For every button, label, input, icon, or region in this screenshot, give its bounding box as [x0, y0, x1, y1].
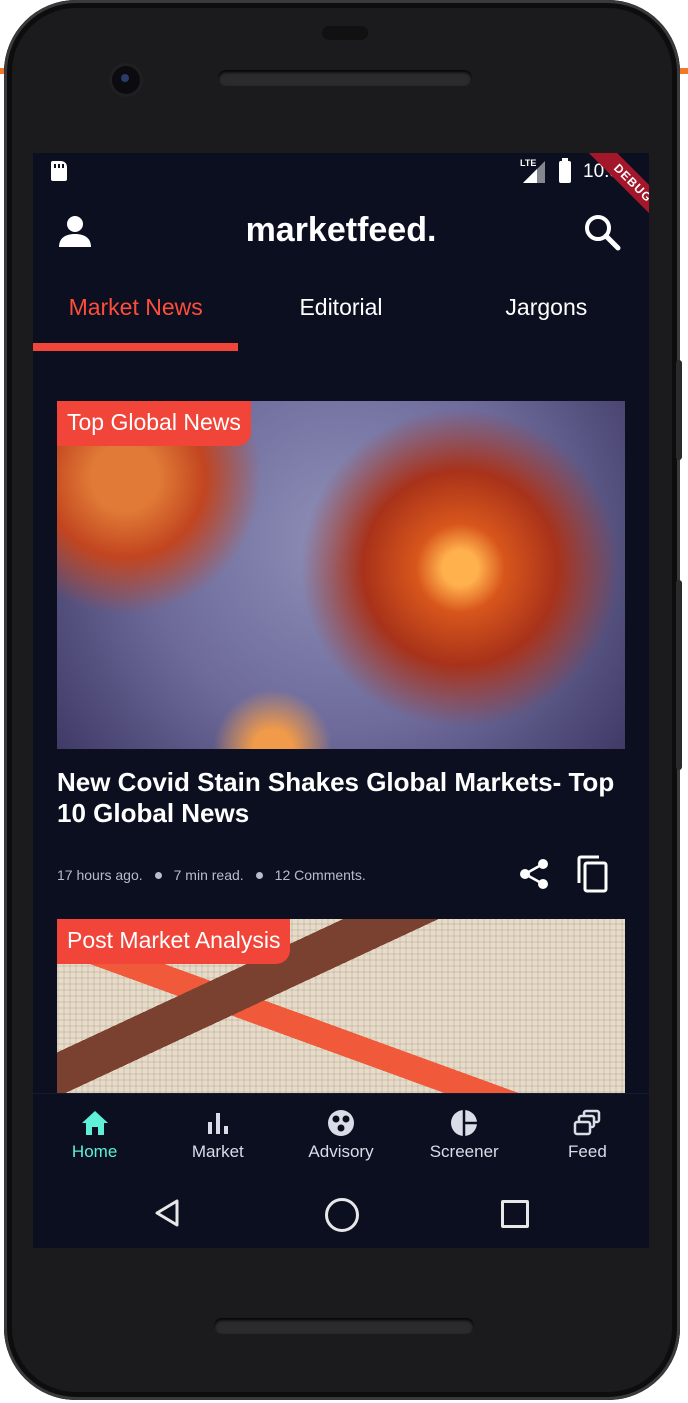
- article-image[interactable]: Top Global News: [57, 401, 625, 749]
- status-bar: LTE 10:51 DEBUG: [33, 153, 649, 247]
- top-sensor: [322, 26, 368, 40]
- sd-card-icon: [51, 161, 67, 181]
- news-card[interactable]: Post Market Analysis: [57, 919, 625, 1099]
- power-button: [676, 580, 682, 770]
- nav-label: Screener: [429, 1142, 499, 1161]
- article-image[interactable]: Post Market Analysis: [57, 919, 625, 1099]
- bottom-speaker: [214, 1318, 474, 1334]
- volume-button: [676, 360, 682, 460]
- tab-indicator: [33, 343, 238, 351]
- nav-market[interactable]: Market: [156, 1094, 279, 1178]
- home-button-icon[interactable]: [325, 1198, 359, 1232]
- app-bar: marketfeed.: [33, 191, 649, 273]
- pie-chart-icon: [451, 1110, 478, 1136]
- nav-label: Market: [191, 1142, 244, 1161]
- copy-icon[interactable]: [575, 855, 609, 893]
- article-comments[interactable]: 12 Comments.: [275, 867, 366, 883]
- nav-label: Advisory: [308, 1142, 374, 1161]
- search-icon[interactable]: [583, 213, 621, 251]
- recent-apps-icon[interactable]: [501, 1200, 529, 1228]
- nav-feed[interactable]: Feed: [526, 1094, 649, 1178]
- back-icon[interactable]: [153, 1198, 183, 1228]
- nav-label: Feed: [568, 1142, 607, 1161]
- app-screen: LTE 10:51 DEBUG marketfeed. Market News …: [33, 153, 649, 1248]
- article-meta: 17 hours ago. 7 min read. 12 Comments.: [57, 849, 625, 919]
- tab-bar: Market News Editorial Jargons: [33, 273, 649, 351]
- feed-icon: [574, 1109, 601, 1136]
- earpiece-speaker: [218, 70, 472, 86]
- news-card[interactable]: Top Global News New Covid Stain Shakes G…: [57, 401, 625, 919]
- nav-screener[interactable]: Screener: [403, 1094, 526, 1178]
- nav-home[interactable]: Home: [33, 1094, 156, 1178]
- article-tag: Post Market Analysis: [57, 919, 291, 964]
- article-time: 17 hours ago.: [57, 867, 143, 883]
- system-navigation: [33, 1178, 649, 1248]
- article-read-time: 7 min read.: [173, 867, 244, 883]
- tab-editorial[interactable]: Editorial: [238, 273, 443, 351]
- separator-dot: [154, 871, 162, 879]
- front-camera: [112, 66, 140, 94]
- nav-label: Home: [71, 1142, 118, 1161]
- separator-dot: [255, 871, 263, 879]
- brand-title: marketfeed.: [245, 211, 437, 249]
- battery-icon: [559, 158, 571, 183]
- tab-market-news[interactable]: Market News: [33, 273, 238, 351]
- article-title[interactable]: New Covid Stain Shakes Global Markets- T…: [57, 767, 625, 829]
- share-icon[interactable]: [517, 857, 551, 891]
- bar-chart-icon: [207, 1113, 228, 1134]
- bottom-navigation: Home Market Advisory Screener Feed: [33, 1093, 649, 1178]
- news-feed[interactable]: Top Global News New Covid Stain Shakes G…: [57, 401, 625, 1099]
- advisory-icon: [328, 1110, 354, 1136]
- nav-advisory[interactable]: Advisory: [279, 1094, 402, 1178]
- article-tag: Top Global News: [57, 401, 251, 446]
- signal-icon: [523, 161, 545, 183]
- home-icon: [81, 1111, 108, 1135]
- tab-jargons[interactable]: Jargons: [444, 273, 649, 351]
